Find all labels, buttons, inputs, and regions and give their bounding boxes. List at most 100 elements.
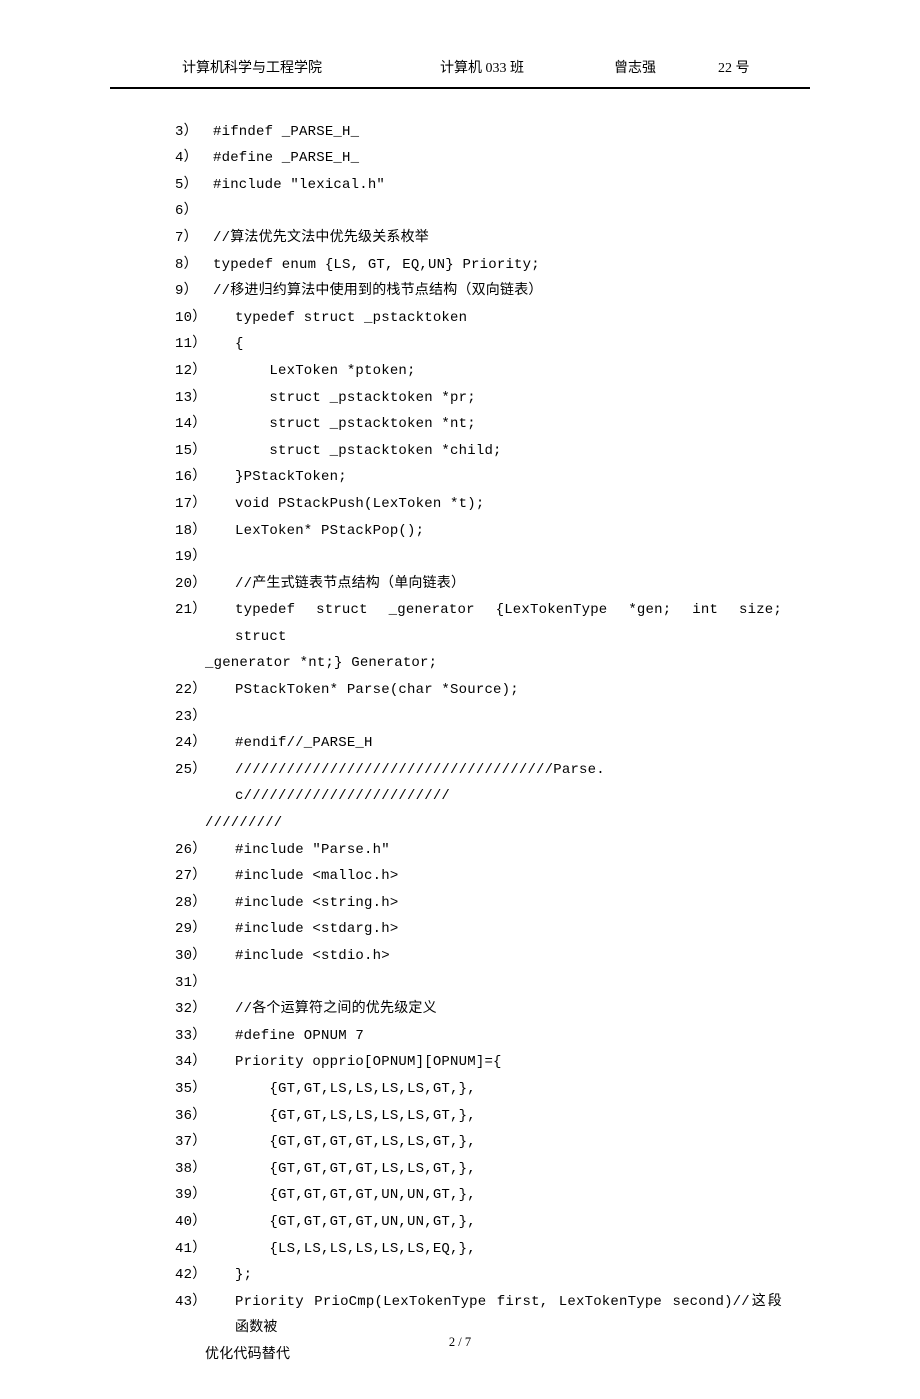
line-text: typedef enum {LS, GT, EQ,UN} Priority; [213,252,782,279]
code-line: 36） {GT,GT,LS,LS,LS,LS,GT,}, [175,1103,782,1130]
code-line: 32）//各个运算符之间的优先级定义 [175,996,782,1023]
line-number: 6） [175,198,213,225]
line-number: 19） [175,544,235,571]
code-line: 11）{ [175,331,782,358]
line-text: //算法优先文法中优先级关系枚举 [213,225,782,252]
code-line: 15） struct _pstacktoken *child; [175,438,782,465]
line-text: #include <malloc.h> [235,863,782,890]
line-number: 32） [175,996,235,1023]
line-number: 21） [175,597,235,624]
line-text: { [235,331,782,358]
code-line: 4）#define _PARSE_H_ [175,145,782,172]
line-number: 5） [175,172,213,199]
line-text: struct _pstacktoken *child; [235,438,782,465]
line-number: 12） [175,358,235,385]
line-text: #include "Parse.h" [235,837,782,864]
line-number: 40） [175,1209,235,1236]
code-line: 18）LexToken* PStackPop(); [175,518,782,545]
line-number: 36） [175,1103,235,1130]
code-line: 24）#endif//_PARSE_H [175,730,782,757]
line-number: 31） [175,970,235,997]
line-text: Priority opprio[OPNUM][OPNUM]={ [235,1049,782,1076]
line-number: 29） [175,916,235,943]
line-text: typedef struct _pstacktoken [235,305,782,332]
line-text: //各个运算符之间的优先级定义 [235,996,782,1023]
line-text: struct _pstacktoken *pr; [235,385,782,412]
line-number: 26） [175,837,235,864]
line-continuation: ///////// [175,810,782,837]
line-text: #define OPNUM 7 [235,1023,782,1050]
code-line: 28）#include <string.h> [175,890,782,917]
page-header: 计算机科学与工程学院 计算机 033 班 曾志强 22 号 [110,56,810,89]
code-line: 37） {GT,GT,GT,GT,LS,LS,GT,}, [175,1129,782,1156]
line-number: 42） [175,1262,235,1289]
line-text: LexToken *ptoken; [235,358,782,385]
line-text: {GT,GT,LS,LS,LS,LS,GT,}, [235,1076,782,1103]
code-line: 19） [175,544,782,571]
line-text: {GT,GT,GT,GT,UN,UN,GT,}, [235,1209,782,1236]
header-name: 曾志强 [524,56,656,83]
document-page: 计算机科学与工程学院 计算机 033 班 曾志强 22 号 3）#ifndef … [0,0,920,1399]
code-line: 5）#include "lexical.h" [175,172,782,199]
line-number: 15） [175,438,235,465]
code-line: 23） [175,704,782,731]
code-line: 17）void PStackPush(LexToken *t); [175,491,782,518]
line-number: 18） [175,518,235,545]
line-text: }; [235,1262,782,1289]
line-number: 33） [175,1023,235,1050]
line-text: void PStackPush(LexToken *t); [235,491,782,518]
line-number: 9） [175,278,213,305]
code-line: 31） [175,970,782,997]
code-line: 41） {LS,LS,LS,LS,LS,LS,EQ,}, [175,1236,782,1263]
line-text: #endif//_PARSE_H [235,730,782,757]
code-listing: 3）#ifndef _PARSE_H_4）#define _PARSE_H_5）… [0,119,920,1369]
line-number: 38） [175,1156,235,1183]
line-number: 39） [175,1182,235,1209]
line-text: #include "lexical.h" [213,172,782,199]
line-text: PStackToken* Parse(char *Source); [235,677,782,704]
line-text: {GT,GT,LS,LS,LS,LS,GT,}, [235,1103,782,1130]
code-line: 30）#include <stdio.h> [175,943,782,970]
line-text: #include <stdio.h> [235,943,782,970]
line-text: {GT,GT,GT,GT,LS,LS,GT,}, [235,1156,782,1183]
line-number: 17） [175,491,235,518]
line-number: 20） [175,571,235,598]
line-number: 10） [175,305,235,332]
line-text: //移进归约算法中使用到的栈节点结构（双向链表） [213,278,782,305]
line-text: #ifndef _PARSE_H_ [213,119,782,146]
code-line: 8）typedef enum {LS, GT, EQ,UN} Priority; [175,252,782,279]
code-line: 42）}; [175,1262,782,1289]
code-line: 9）//移进归约算法中使用到的栈节点结构（双向链表） [175,278,782,305]
line-number: 7） [175,225,213,252]
line-text: struct _pstacktoken *nt; [235,411,782,438]
code-line: 7）//算法优先文法中优先级关系枚举 [175,225,782,252]
code-line: 20）//产生式链表节点结构（单向链表） [175,571,782,598]
line-continuation: _generator *nt;} Generator; [175,650,782,677]
header-class: 计算机 033 班 [322,56,524,83]
code-line: 6） [175,198,782,225]
line-number: 3） [175,119,213,146]
line-number: 37） [175,1129,235,1156]
line-number: 13） [175,385,235,412]
code-line: 3）#ifndef _PARSE_H_ [175,119,782,146]
code-line: 12） LexToken *ptoken; [175,358,782,385]
code-line: 39） {GT,GT,GT,GT,UN,UN,GT,}, [175,1182,782,1209]
line-text: {LS,LS,LS,LS,LS,LS,EQ,}, [235,1236,782,1263]
line-number: 28） [175,890,235,917]
code-line: 40） {GT,GT,GT,GT,UN,UN,GT,}, [175,1209,782,1236]
line-number: 23） [175,704,235,731]
line-number: 16） [175,464,235,491]
line-text: /////////////////////////////////////Par… [235,757,782,810]
header-department: 计算机科学与工程学院 [110,56,322,83]
line-text: #define _PARSE_H_ [213,145,782,172]
line-text: {GT,GT,GT,GT,UN,UN,GT,}, [235,1182,782,1209]
line-number: 8） [175,252,213,279]
line-number: 25） [175,757,235,784]
line-text: #include <stdarg.h> [235,916,782,943]
line-text: //产生式链表节点结构（单向链表） [235,571,782,598]
code-line: 34）Priority opprio[OPNUM][OPNUM]={ [175,1049,782,1076]
code-line: 10）typedef struct _pstacktoken [175,305,782,332]
page-footer: 2 / 7 [0,1331,920,1355]
header-number: 22 号 [656,56,750,83]
code-line: 14） struct _pstacktoken *nt; [175,411,782,438]
